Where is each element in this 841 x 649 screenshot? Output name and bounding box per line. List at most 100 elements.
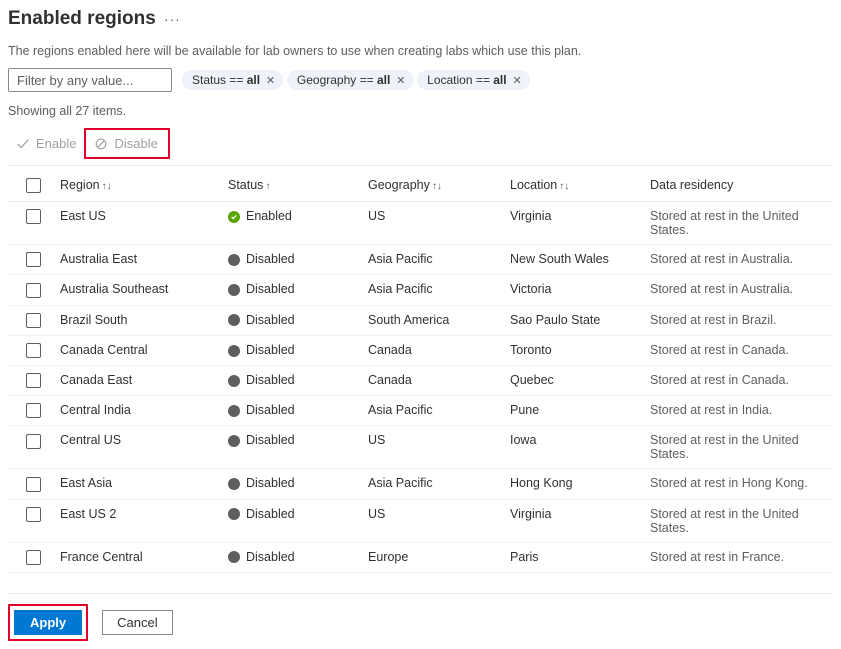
cell-status: Disabled (222, 366, 362, 396)
select-all-checkbox[interactable] (26, 178, 41, 193)
status-dot-icon (228, 375, 240, 387)
col-status[interactable]: Status↑ (222, 170, 362, 202)
disable-icon (94, 137, 108, 151)
cell-location: Sao Paulo State (504, 306, 644, 336)
cancel-button[interactable]: Cancel (102, 610, 172, 635)
cell-region: Central India (54, 396, 222, 426)
pill-label: Status == all (192, 73, 260, 87)
col-residency: Data residency (644, 170, 833, 202)
cell-location: Iowa (504, 426, 644, 469)
pill-label: Geography == all (297, 73, 390, 87)
col-location[interactable]: Location↑↓ (504, 170, 644, 202)
cell-geography: US (362, 426, 504, 469)
table-row: East US 2DisabledUSVirginiaStored at res… (8, 500, 833, 543)
cell-region: East US 2 (54, 500, 222, 543)
row-checkbox[interactable] (26, 477, 41, 492)
cell-status: Disabled (222, 543, 362, 573)
status-dot-icon (228, 405, 240, 417)
col-geography[interactable]: Geography↑↓ (362, 170, 504, 202)
sort-icon: ↑↓ (559, 181, 569, 192)
row-checkbox[interactable] (26, 343, 41, 358)
row-checkbox[interactable] (26, 434, 41, 449)
cell-region: Canada Central (54, 336, 222, 366)
row-checkbox[interactable] (26, 507, 41, 522)
cell-residency: Stored at rest in Australia. (644, 245, 833, 275)
cell-geography: US (362, 202, 504, 245)
cell-status: Disabled (222, 306, 362, 336)
apply-button[interactable]: Apply (14, 610, 82, 635)
more-icon[interactable]: ··· (164, 11, 181, 27)
cell-geography: Europe (362, 543, 504, 573)
row-checkbox[interactable] (26, 550, 41, 565)
cell-residency: Stored at rest in India. (644, 396, 833, 426)
enable-button[interactable]: Enable (8, 132, 84, 155)
cell-residency: Stored at rest in Hong Kong. (644, 469, 833, 499)
filter-input[interactable] (8, 68, 172, 92)
status-dot-icon (228, 508, 240, 520)
cell-region: Brazil South (54, 306, 222, 336)
status-dot-icon (228, 254, 240, 266)
table-row: East USEnabledUSVirginiaStored at rest i… (8, 202, 833, 245)
filter-pill[interactable]: Geography == all ✕ (287, 70, 414, 90)
cell-region: East US (54, 202, 222, 245)
cell-residency: Stored at rest in the United States. (644, 500, 833, 543)
cell-geography: Asia Pacific (362, 245, 504, 275)
cell-residency: Stored at rest in the United States. (644, 426, 833, 469)
disable-button[interactable]: Disable (86, 132, 165, 155)
close-icon[interactable]: ✕ (394, 74, 405, 87)
page-title: Enabled regions (8, 8, 156, 30)
cell-residency: Stored at rest in Canada. (644, 336, 833, 366)
cell-region: France Central (54, 543, 222, 573)
cell-location: Virginia (504, 500, 644, 543)
table-row: Central USDisabledUSIowaStored at rest i… (8, 426, 833, 469)
cell-location: Hong Kong (504, 469, 644, 499)
sort-icon: ↑↓ (432, 181, 442, 192)
filter-pill[interactable]: Status == all ✕ (182, 70, 283, 90)
cell-residency: Stored at rest in Brazil. (644, 306, 833, 336)
cell-location: New South Wales (504, 245, 644, 275)
status-dot-icon (228, 284, 240, 296)
cell-status: Enabled (222, 202, 362, 245)
cell-status: Disabled (222, 426, 362, 469)
row-checkbox[interactable] (26, 373, 41, 388)
close-icon[interactable]: ✕ (264, 74, 275, 87)
table-row: Central IndiaDisabledAsia PacificPuneSto… (8, 396, 833, 426)
status-dot-icon (228, 478, 240, 490)
cell-status: Disabled (222, 469, 362, 499)
enable-label: Enable (36, 136, 76, 151)
row-checkbox[interactable] (26, 252, 41, 267)
regions-table: Region↑↓ Status↑ Geography↑↓ Location↑↓ … (8, 170, 833, 573)
page-description: The regions enabled here will be availab… (8, 44, 833, 58)
row-checkbox[interactable] (26, 209, 41, 224)
cell-region: East Asia (54, 469, 222, 499)
cell-geography: Canada (362, 336, 504, 366)
cell-location: Quebec (504, 366, 644, 396)
cell-status: Disabled (222, 245, 362, 275)
table-row: Canada CentralDisabledCanadaTorontoStore… (8, 336, 833, 366)
check-icon (16, 137, 30, 151)
close-icon[interactable]: ✕ (511, 74, 522, 87)
table-row: Canada EastDisabledCanadaQuebecStored at… (8, 366, 833, 396)
cell-location: Toronto (504, 336, 644, 366)
status-dot-icon (228, 211, 240, 223)
cell-geography: South America (362, 306, 504, 336)
filter-pill[interactable]: Location == all✕ (417, 70, 530, 90)
cell-location: Victoria (504, 275, 644, 305)
status-dot-icon (228, 435, 240, 447)
status-dot-icon (228, 345, 240, 357)
cell-location: Pune (504, 396, 644, 426)
sort-icon: ↑↓ (102, 181, 112, 192)
cell-status: Disabled (222, 336, 362, 366)
row-checkbox[interactable] (26, 313, 41, 328)
cell-geography: Canada (362, 366, 504, 396)
cell-region: Australia Southeast (54, 275, 222, 305)
cell-residency: Stored at rest in the United States. (644, 202, 833, 245)
cell-location: Paris (504, 543, 644, 573)
status-dot-icon (228, 551, 240, 563)
row-checkbox[interactable] (26, 403, 41, 418)
row-checkbox[interactable] (26, 283, 41, 298)
cell-status: Disabled (222, 500, 362, 543)
cell-location: Virginia (504, 202, 644, 245)
col-region[interactable]: Region↑↓ (54, 170, 222, 202)
cell-residency: Stored at rest in Canada. (644, 366, 833, 396)
